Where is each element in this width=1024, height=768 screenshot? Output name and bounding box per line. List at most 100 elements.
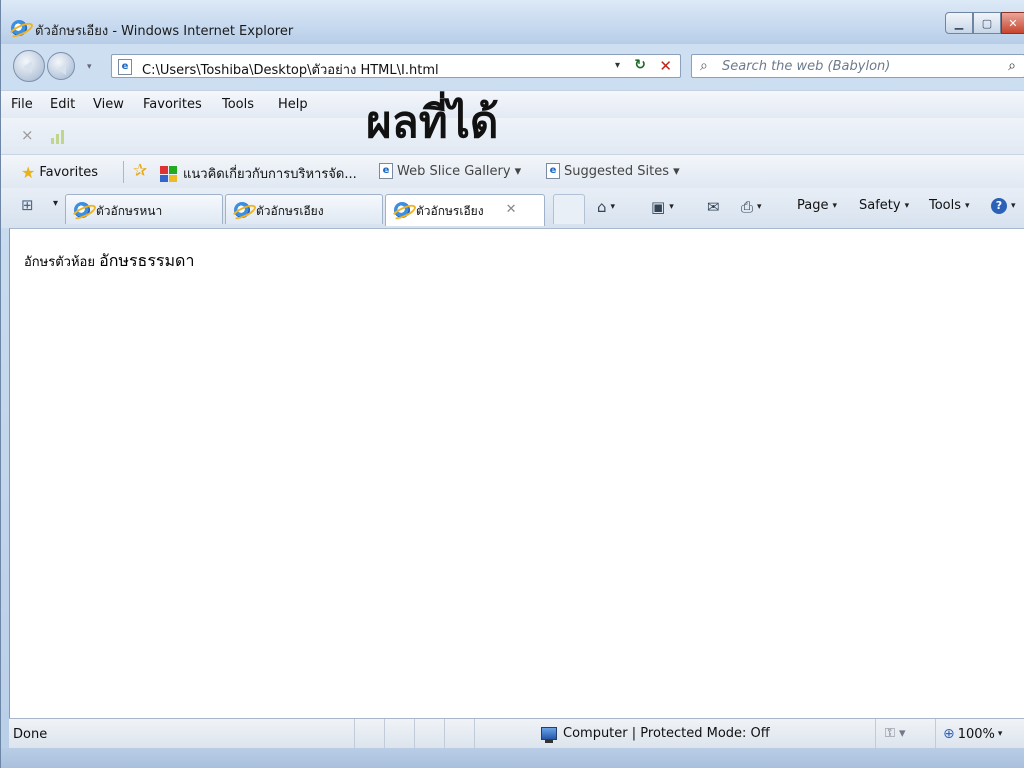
tab-list-dropdown-icon[interactable]: ▾ [53, 198, 58, 209]
computer-icon [541, 727, 557, 743]
tab-italic[interactable]: ตัวอักษรเอียง [225, 194, 383, 224]
tools-menu-label: Tools [929, 198, 962, 213]
menu-edit[interactable]: Edit [50, 97, 75, 112]
window-title: ตัวอักษรเอียง - Windows Internet Explore… [35, 24, 294, 39]
page-menu-label: Page [797, 198, 829, 213]
security-zone-label: Computer | Protected Mode: Off [563, 726, 770, 741]
favorites-bar: ★ Favorites ✰ แนวคิดเกี่ยวกับการบริหารจั… [1, 154, 1024, 188]
web-slice-gallery[interactable]: e Web Slice Gallery ▾ [379, 163, 521, 179]
safety-menu-label: Safety [859, 198, 901, 213]
zoom-icon: ⊕ [943, 726, 955, 742]
favorite-link-management[interactable]: แนวคิดเกี่ยวกับการบริหารจัด... [159, 163, 357, 184]
navigation-bar: ▾ e C:\Users\Toshiba\Desktop\ตัวอย่าง HT… [1, 46, 1024, 88]
favorites-button[interactable]: ★ Favorites [21, 163, 98, 182]
search-go-icon[interactable]: ⌕ [1008, 58, 1016, 74]
tab-label: ตัวอักษรหนา [96, 204, 163, 218]
mail-icon: ✉ [707, 198, 720, 216]
chevron-down-icon: ▾ [757, 202, 762, 212]
tab-bold[interactable]: ตัวอักษรหนา [65, 194, 223, 224]
recent-pages-dropdown-icon[interactable]: ▾ [87, 62, 92, 72]
window-controls: ▁ ▢ ✕ [945, 12, 1024, 34]
minimize-button[interactable]: ▁ [945, 12, 973, 34]
chevron-down-icon: ▾ [965, 200, 970, 211]
new-tab-button[interactable] [553, 194, 585, 224]
zoom-control[interactable]: ⊕ 100% ▾ [943, 726, 1002, 742]
maximize-button[interactable]: ▢ [973, 12, 1001, 34]
normal-text: อักษรธรรมดา [99, 251, 195, 270]
refresh-icon[interactable]: ↻ [634, 57, 646, 73]
menu-help[interactable]: Help [278, 97, 308, 112]
forward-button[interactable] [47, 52, 75, 80]
print-button[interactable]: ⎙ ▾ [741, 198, 762, 216]
help-menu-button[interactable]: ? ▾ [991, 198, 1016, 214]
tab-italic-active[interactable]: ตัวอักษรเอียง ✕ [385, 194, 545, 226]
google-icon [160, 165, 177, 182]
menu-view[interactable]: View [93, 97, 124, 112]
page-icon: e [118, 59, 132, 75]
favorites-label: Favorites [39, 165, 99, 180]
read-mail-button[interactable]: ✉ [707, 198, 720, 216]
signal-bars-icon [51, 128, 64, 144]
address-input[interactable]: C:\Users\Toshiba\Desktop\ตัวอย่าง HTML\I… [142, 59, 439, 80]
tab-bar: ⊞ ▾ ตัวอักษรหนา ตัวอักษรเอียง ตัวอักษรเอ… [1, 188, 1024, 228]
home-icon: ⌂ [597, 198, 607, 216]
search-icon: ⌕ [700, 58, 708, 74]
tools-menu-button[interactable]: Tools ▾ [929, 198, 970, 213]
address-bar[interactable]: e C:\Users\Toshiba\Desktop\ตัวอย่าง HTML… [111, 54, 681, 78]
overlay-caption: ผลที่ได้ [366, 97, 499, 148]
status-panes [354, 719, 504, 749]
tab-label: ตัวอักษรเอียง [256, 204, 324, 218]
tab-close-icon[interactable]: ✕ [506, 202, 517, 226]
address-dropdown-icon[interactable]: ▾ [615, 60, 620, 71]
suggested-sites[interactable]: e Suggested Sites ▾ [546, 163, 680, 179]
chevron-down-icon: ▾ [1011, 201, 1016, 211]
chevron-down-icon: ▾ [669, 202, 674, 212]
status-separator [935, 719, 936, 749]
favorite-link-label: แนวคิดเกี่ยวกับการบริหารจัด... [183, 167, 357, 182]
feeds-button[interactable]: ▣ ▾ [651, 198, 674, 216]
feeds-icon: ▣ [651, 198, 666, 216]
menu-favorites[interactable]: Favorites [143, 97, 202, 112]
favorites-separator [123, 161, 124, 183]
stop-loading-icon[interactable]: × [21, 126, 34, 144]
security-zone[interactable]: Computer | Protected Mode: Off [541, 726, 770, 743]
stop-icon[interactable]: ✕ [659, 57, 672, 75]
back-button[interactable] [13, 50, 45, 82]
chevron-down-icon: ▾ [904, 200, 910, 211]
title-bar: ตัวอักษรเอียง - Windows Internet Explore… [1, 0, 1024, 44]
page-content: อักษรตัวห้อย อักษรธรรมดา [9, 228, 1024, 718]
add-favorite-icon[interactable]: ✰ [133, 161, 147, 181]
safety-menu-button[interactable]: Safety ▾ [859, 198, 909, 213]
ie-logo-icon [234, 202, 250, 218]
home-button[interactable]: ⌂ ▾ [597, 198, 615, 216]
search-box[interactable]: ⌕ Search the web (Babylon) ⌕ [691, 54, 1024, 78]
page-menu-button[interactable]: Page ▾ [797, 198, 837, 213]
quick-tabs-icon[interactable]: ⊞ [21, 196, 41, 214]
print-icon: ⎙ [741, 198, 754, 216]
ie-page-icon: e [379, 163, 393, 179]
web-slice-gallery-label: Web Slice Gallery ▾ [397, 163, 522, 179]
star-icon: ★ [21, 163, 36, 182]
chevron-down-icon: ▾ [610, 202, 616, 212]
ie-page-icon: e [546, 163, 560, 179]
status-bar: Done Computer | Protected Mode: Off ⚿ ▾ … [9, 718, 1024, 749]
tab-label: ตัวอักษรเอียง [416, 204, 484, 218]
loading-bar: × [1, 118, 1024, 154]
ie-logo-icon [11, 20, 27, 36]
subscript-text: อักษรตัวห้อย [24, 255, 95, 270]
close-button[interactable]: ✕ [1001, 12, 1024, 34]
search-input[interactable]: Search the web (Babylon) [722, 59, 890, 74]
ie-logo-icon [394, 202, 410, 218]
window-frame-bottom [1, 748, 1024, 768]
ie-logo-icon [74, 202, 90, 218]
browser-window: ตัวอักษรเอียง - Windows Internet Explore… [0, 0, 1024, 768]
zoom-level: 100% [957, 726, 995, 742]
content-line: อักษรตัวห้อย อักษรธรรมดา [24, 249, 194, 274]
chevron-down-icon: ▾ [832, 200, 838, 211]
status-text: Done [13, 727, 48, 742]
security-status-icon[interactable]: ⚿ ▾ [885, 726, 906, 741]
suggested-sites-label: Suggested Sites ▾ [564, 163, 680, 179]
menu-file[interactable]: File [11, 97, 33, 112]
chevron-down-icon: ▾ [997, 729, 1003, 739]
menu-tools[interactable]: Tools [222, 97, 254, 112]
